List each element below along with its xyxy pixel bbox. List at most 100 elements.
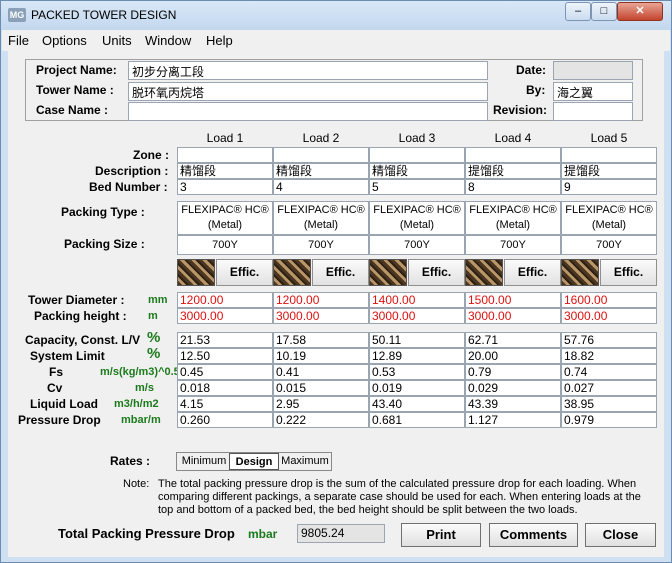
efficiency-button[interactable]: Effic.: [312, 259, 369, 286]
bed-number-cell[interactable]: 3: [177, 179, 273, 195]
zone-cell[interactable]: [561, 147, 657, 163]
packing-size-cell[interactable]: 700Y: [369, 235, 465, 255]
pressure-drop-cell[interactable]: 0.260: [177, 412, 273, 428]
close-button[interactable]: Close: [585, 523, 656, 547]
system-limit-cell[interactable]: 12.50: [177, 348, 273, 364]
bed-number-cell[interactable]: 8: [465, 179, 561, 195]
cv-cell[interactable]: 0.019: [369, 380, 465, 396]
fs-cell[interactable]: 0.41: [273, 364, 369, 380]
efficiency-button[interactable]: Effic.: [408, 259, 465, 286]
capacity-cell[interactable]: 62.71: [465, 332, 561, 348]
liquid-load-cell[interactable]: 43.40: [369, 396, 465, 412]
packing-image-icon[interactable]: [369, 259, 407, 286]
menu-window[interactable]: Window: [145, 33, 191, 48]
cv-cell[interactable]: 0.015: [273, 380, 369, 396]
menu-options[interactable]: Options: [42, 33, 87, 48]
description-cell[interactable]: 提馏段: [465, 163, 561, 179]
print-button[interactable]: Print: [401, 523, 481, 547]
rate-minimum-button[interactable]: Minimum: [179, 453, 229, 470]
zone-cell[interactable]: [177, 147, 273, 163]
fs-cell[interactable]: 0.74: [561, 364, 657, 380]
system-limit-cell[interactable]: 20.00: [465, 348, 561, 364]
efficiency-button[interactable]: Effic.: [216, 259, 273, 286]
packing-type-label: Packing Type :: [61, 205, 145, 219]
description-cell[interactable]: 精馏段: [369, 163, 465, 179]
packing-size-cell[interactable]: 700Y: [561, 235, 657, 255]
system-limit-cell[interactable]: 12.89: [369, 348, 465, 364]
bed-number-cell[interactable]: 5: [369, 179, 465, 195]
maximize-button[interactable]: □: [591, 2, 617, 21]
pressure-drop-cell[interactable]: 0.222: [273, 412, 369, 428]
packing-height-cell[interactable]: 3000.00: [465, 308, 561, 324]
project-name-field[interactable]: 初步分离工段: [128, 61, 488, 80]
packing-size-cell[interactable]: 700Y: [273, 235, 369, 255]
cv-cell[interactable]: 0.018: [177, 380, 273, 396]
packing-image-icon[interactable]: [273, 259, 311, 286]
pressure-drop-cell[interactable]: 0.979: [561, 412, 657, 428]
packing-type-cell[interactable]: FLEXIPAC® HC® (Metal): [177, 201, 273, 235]
cv-cell[interactable]: 0.027: [561, 380, 657, 396]
tower-name-field[interactable]: 脱环氧丙烷塔: [128, 82, 488, 101]
liquid-load-cell[interactable]: 43.39: [465, 396, 561, 412]
description-cell[interactable]: 提馏段: [561, 163, 657, 179]
efficiency-button[interactable]: Effic.: [600, 259, 657, 286]
tower-diameter-cell[interactable]: 1200.00: [177, 292, 273, 308]
pressure-drop-cell[interactable]: 1.127: [465, 412, 561, 428]
menu-help[interactable]: Help: [206, 33, 233, 48]
close-window-button[interactable]: ✕: [617, 2, 663, 21]
packing-image-icon[interactable]: [465, 259, 503, 286]
packing-image-icon[interactable]: [177, 259, 215, 286]
packing-height-cell[interactable]: 3000.00: [273, 308, 369, 324]
zone-cell[interactable]: [273, 147, 369, 163]
revision-field[interactable]: [553, 102, 633, 121]
capacity-cell[interactable]: 21.53: [177, 332, 273, 348]
packing-size-cell[interactable]: 700Y: [177, 235, 273, 255]
fs-cell[interactable]: 0.53: [369, 364, 465, 380]
rate-maximum-button[interactable]: Maximum: [280, 453, 330, 470]
liquid-load-cell[interactable]: 4.15: [177, 396, 273, 412]
liquid-load-cell[interactable]: 2.95: [273, 396, 369, 412]
note-label: Note:: [123, 478, 150, 490]
packing-height-cell[interactable]: 3000.00: [561, 308, 657, 324]
title-bar[interactable]: MG PACKED TOWER DESIGN – □ ✕: [1, 1, 671, 30]
liquid-load-cell[interactable]: 38.95: [561, 396, 657, 412]
packing-type-cell[interactable]: FLEXIPAC® HC® (Metal): [465, 201, 561, 235]
packing-image-icon[interactable]: [561, 259, 599, 286]
pressure-drop-cell[interactable]: 0.681: [369, 412, 465, 428]
fs-cell[interactable]: 0.79: [465, 364, 561, 380]
packing-type-cell[interactable]: FLEXIPAC® HC® (Metal): [273, 201, 369, 235]
packing-type-name: FLEXIPAC® HC®: [373, 204, 461, 216]
total-pressure-drop-field: 9805.24: [297, 524, 385, 543]
tower-diameter-cell[interactable]: 1200.00: [273, 292, 369, 308]
description-cell[interactable]: 精馏段: [273, 163, 369, 179]
efficiency-button[interactable]: Effic.: [504, 259, 561, 286]
menu-units[interactable]: Units: [102, 33, 132, 48]
menu-file[interactable]: File: [8, 33, 29, 48]
tower-diameter-cell[interactable]: 1500.00: [465, 292, 561, 308]
cv-cell[interactable]: 0.029: [465, 380, 561, 396]
system-limit-cell[interactable]: 18.82: [561, 348, 657, 364]
capacity-cell[interactable]: 57.76: [561, 332, 657, 348]
minimize-button[interactable]: –: [565, 2, 591, 21]
tower-diameter-cell[interactable]: 1400.00: [369, 292, 465, 308]
zone-cell[interactable]: [465, 147, 561, 163]
comments-button[interactable]: Comments: [489, 523, 578, 547]
fs-cell[interactable]: 0.45: [177, 364, 273, 380]
packing-type-cell[interactable]: FLEXIPAC® HC® (Metal): [561, 201, 657, 235]
system-limit-cell[interactable]: 10.19: [273, 348, 369, 364]
capacity-cell[interactable]: 50.11: [369, 332, 465, 348]
case-name-field[interactable]: [128, 102, 488, 121]
tower-diameter-cell[interactable]: 1600.00: [561, 292, 657, 308]
zone-cell[interactable]: [369, 147, 465, 163]
bed-number-cell[interactable]: 9: [561, 179, 657, 195]
packing-type-cell[interactable]: FLEXIPAC® HC® (Metal): [369, 201, 465, 235]
rate-design-button[interactable]: Design: [229, 453, 279, 470]
by-field[interactable]: 海之翼: [553, 82, 633, 101]
packing-height-cell[interactable]: 3000.00: [369, 308, 465, 324]
description-cell[interactable]: 精馏段: [177, 163, 273, 179]
bed-number-cell[interactable]: 4: [273, 179, 369, 195]
packing-height-cell[interactable]: 3000.00: [177, 308, 273, 324]
packing-size-cell[interactable]: 700Y: [465, 235, 561, 255]
date-field[interactable]: [553, 61, 633, 80]
capacity-cell[interactable]: 17.58: [273, 332, 369, 348]
